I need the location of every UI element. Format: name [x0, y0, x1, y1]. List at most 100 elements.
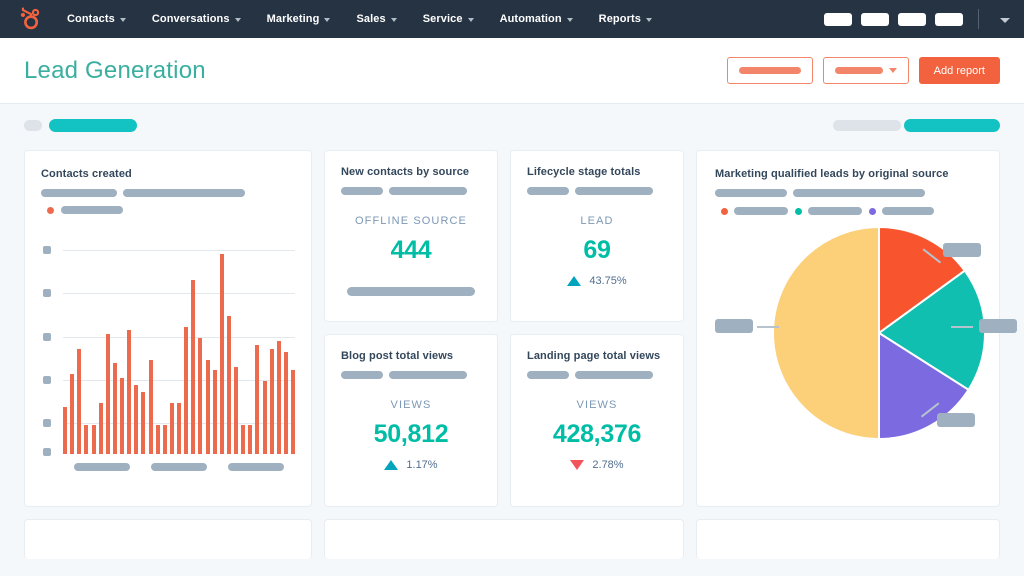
pie-legend [715, 207, 981, 215]
redacted-bar [575, 371, 653, 379]
bar [63, 407, 67, 454]
nav-item-label: Service [423, 13, 463, 25]
legend-entry-1 [721, 207, 788, 215]
filter-secondary-redacted[interactable] [833, 120, 901, 131]
delta-value: 1.17% [406, 459, 437, 471]
nav-item-label: Conversations [152, 13, 230, 25]
legend-label-redacted [882, 207, 934, 215]
dropdown-action-button[interactable] [823, 57, 909, 84]
chevron-down-icon [646, 18, 652, 22]
metric-column-right: Lifecycle stage totals LEAD 69 43.75% La… [510, 150, 684, 507]
secondary-action-button[interactable] [727, 57, 813, 84]
redacted-label [739, 67, 801, 74]
pie-chart [715, 221, 981, 461]
y-tick [43, 289, 51, 297]
nav-menu: Contacts Conversations Marketing Sales S… [54, 13, 665, 25]
pie-slice-label-redacted [979, 319, 1017, 333]
chevron-down-icon [120, 18, 126, 22]
y-tick [43, 376, 51, 384]
dashboard-body: Contacts created [0, 146, 1024, 559]
bar [220, 254, 224, 454]
y-tick [43, 333, 51, 341]
x-axis-labels [41, 463, 295, 471]
bar [156, 425, 160, 454]
redacted-bar [527, 371, 569, 379]
header-actions: Add report [727, 57, 1000, 84]
redacted-label [835, 67, 883, 74]
card-contacts-created[interactable]: Contacts created [24, 150, 312, 507]
metric-label: OFFLINE SOURCE [341, 215, 481, 227]
dashboard-row-1: Contacts created [24, 150, 1000, 507]
bar-chart [41, 236, 295, 454]
metric-value: 428,376 [527, 420, 667, 449]
filter-label-redacted[interactable] [24, 120, 42, 131]
card-new-contacts-by-source[interactable]: New contacts by source OFFLINE SOURCE 44… [324, 150, 498, 322]
bar [99, 403, 103, 454]
trend-up-icon [384, 460, 398, 470]
card-lifecycle-stage-totals[interactable]: Lifecycle stage totals LEAD 69 43.75% [510, 150, 684, 322]
card-stub-2[interactable] [324, 519, 684, 559]
nav-item-contacts[interactable]: Contacts [54, 13, 139, 25]
page-header: Lead Generation Add report [0, 38, 1024, 104]
delta-value: 2.78% [592, 459, 623, 471]
legend-color-dot [869, 208, 876, 215]
card-mql-by-original-source[interactable]: Marketing qualified leads by original so… [696, 150, 1000, 507]
bar [170, 403, 174, 454]
redacted-bar [527, 187, 569, 195]
redacted-bar [793, 189, 925, 197]
nav-utility-icon-4[interactable] [935, 13, 963, 26]
nav-item-marketing[interactable]: Marketing [254, 13, 344, 25]
filter-bar-right [833, 119, 1000, 132]
delta-value: 43.75% [589, 275, 626, 287]
hubspot-logo-icon[interactable] [14, 6, 40, 32]
nav-item-reports[interactable]: Reports [586, 13, 665, 25]
filter-active-redacted[interactable] [49, 119, 137, 132]
card-blog-post-total-views[interactable]: Blog post total views VIEWS 50,812 1.17% [324, 334, 498, 507]
card-subtitle-redacted [715, 189, 981, 197]
bar [184, 327, 188, 454]
bar [277, 341, 281, 454]
pie-slice-label-redacted [943, 243, 981, 257]
bar [213, 370, 217, 454]
redacted-bar [715, 189, 787, 197]
pie-slice-label-redacted [937, 413, 975, 427]
add-report-button[interactable]: Add report [919, 57, 1000, 84]
y-axis-ticks [41, 236, 55, 454]
nav-utility-icon-3[interactable] [898, 13, 926, 26]
legend-label-redacted [808, 207, 862, 215]
redacted-bar [123, 189, 245, 197]
metric-value: 444 [341, 236, 481, 265]
metric-label: LEAD [527, 215, 667, 227]
card-stub-3[interactable] [696, 519, 1000, 559]
bar [270, 349, 274, 454]
card-stub-1[interactable] [24, 519, 312, 559]
y-tick [43, 419, 51, 427]
filter-active-right-redacted[interactable] [904, 119, 1000, 132]
x-label-redacted [74, 463, 130, 471]
nav-item-service[interactable]: Service [410, 13, 487, 25]
card-title: Landing page total views [527, 350, 667, 362]
metric-delta: 1.17% [341, 459, 481, 471]
pie-slice[interactable] [773, 227, 879, 439]
redacted-bar [389, 187, 467, 195]
chevron-down-icon [567, 18, 573, 22]
account-chevron-down-icon[interactable] [1000, 18, 1010, 23]
y-tick [43, 448, 51, 456]
redacted-bar [341, 371, 383, 379]
nav-utility-icon-1[interactable] [824, 13, 852, 26]
nav-item-automation[interactable]: Automation [487, 13, 586, 25]
bar-chart-plot-area [63, 236, 295, 454]
nav-item-conversations[interactable]: Conversations [139, 13, 254, 25]
nav-item-sales[interactable]: Sales [343, 13, 409, 25]
bar [141, 392, 145, 454]
card-title: Blog post total views [341, 350, 481, 362]
bar-series [63, 236, 295, 454]
card-landing-page-total-views[interactable]: Landing page total views VIEWS 428,376 2… [510, 334, 684, 507]
top-navigation-bar: Contacts Conversations Marketing Sales S… [0, 0, 1024, 38]
nav-utility-icon-2[interactable] [861, 13, 889, 26]
legend-entry-2 [795, 207, 862, 215]
nav-item-label: Sales [356, 13, 385, 25]
nav-utility-group [824, 0, 1010, 38]
bar [70, 374, 74, 454]
card-subtitle-redacted [341, 187, 481, 195]
